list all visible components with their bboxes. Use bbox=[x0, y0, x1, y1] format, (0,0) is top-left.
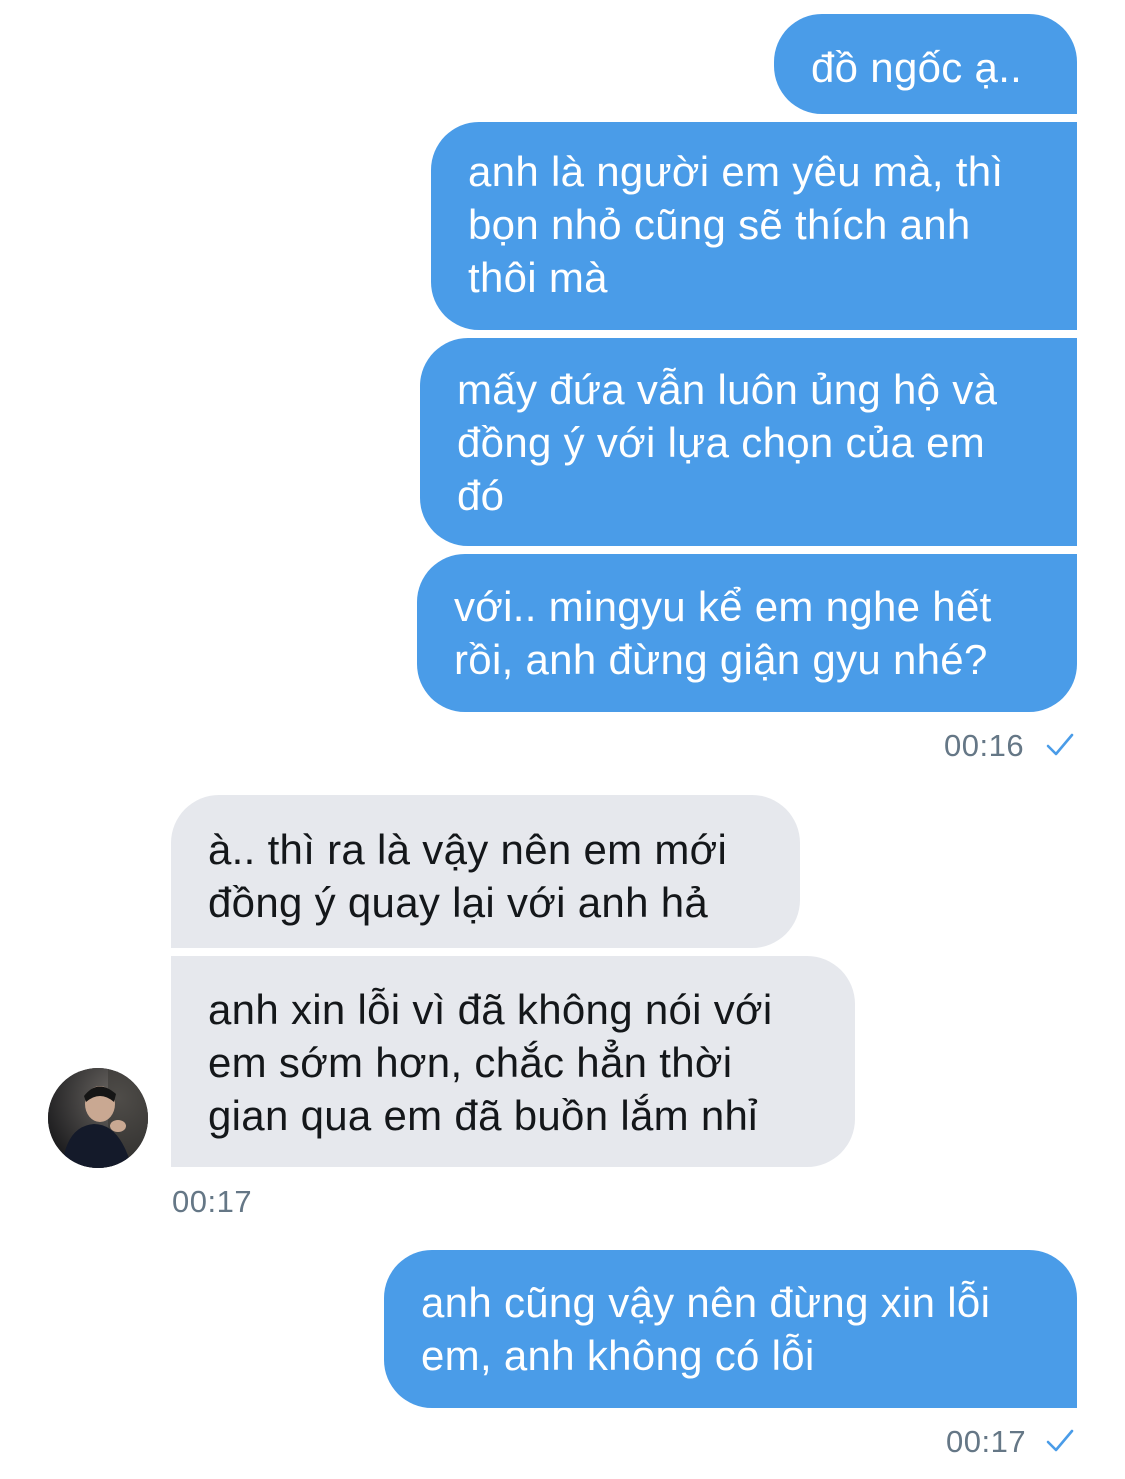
sent-message-bubble[interactable]: với.. mingyu kể em nghe hết rồi, anh đừn… bbox=[417, 554, 1077, 712]
avatar-photo-icon bbox=[48, 1068, 148, 1168]
check-icon bbox=[1046, 1429, 1074, 1452]
received-message-bubble[interactable]: à.. thì ra là vậy nên em mới đồng ý quay… bbox=[171, 795, 800, 948]
message-timestamp: 00:17 bbox=[946, 1424, 1027, 1459]
sent-message-bubble[interactable]: anh cũng vậy nên đừng xin lỗi em, anh kh… bbox=[384, 1250, 1077, 1408]
received-message-bubble[interactable]: anh xin lỗi vì đã không nói với em sớm h… bbox=[171, 956, 855, 1167]
sent-message-bubble[interactable]: mấy đứa vẫn luôn ủng hộ và đồng ý với lự… bbox=[420, 338, 1077, 546]
message-timestamp: 00:17 bbox=[172, 1184, 253, 1219]
sent-message-bubble[interactable]: anh là người em yêu mà, thì bọn nhỏ cũng… bbox=[431, 122, 1077, 330]
contact-avatar[interactable] bbox=[48, 1068, 148, 1168]
sent-message-bubble[interactable]: đồ ngốc ạ.. bbox=[774, 14, 1077, 114]
check-icon bbox=[1046, 733, 1074, 756]
message-timestamp: 00:16 bbox=[944, 728, 1025, 763]
